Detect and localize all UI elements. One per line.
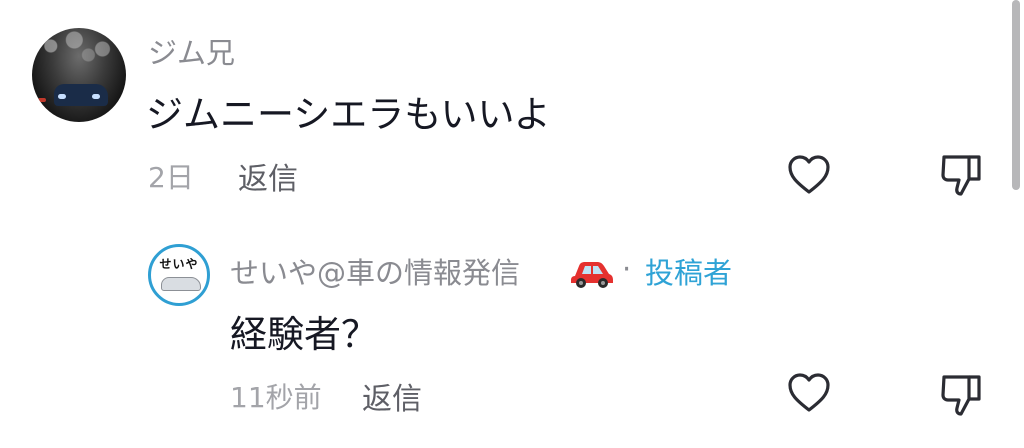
like-button[interactable] [786, 372, 832, 414]
heart-outline-icon [788, 373, 830, 412]
avatar-headlight [92, 94, 100, 99]
avatar-headlight [58, 94, 66, 99]
like-button[interactable] [786, 154, 832, 196]
reply-text: 経験者？ [230, 313, 378, 356]
heart-outline-icon [788, 155, 830, 194]
scrollbar[interactable] [1012, 0, 1020, 190]
comment-username[interactable]: ジム兄 [148, 30, 235, 72]
comment-timestamp: 2日 [148, 161, 194, 194]
comment-text: ジムニーシエラもいいよ [146, 93, 551, 136]
reply-button[interactable]: 返信 [362, 374, 422, 418]
avatar-label: せいや [159, 257, 199, 271]
reply-timestamp: 11秒前 [230, 381, 322, 414]
thumbs-down-outline-icon [941, 155, 981, 196]
reply-username[interactable]: せいや@車の情報発信 [230, 250, 520, 292]
creator-badge: 投稿者 [645, 256, 733, 290]
red-car-emoji [569, 254, 615, 290]
reply-avatar[interactable]: せいや [148, 244, 210, 306]
avatar-car [161, 277, 201, 291]
dislike-button[interactable] [938, 152, 984, 198]
thumbs-down-outline-icon [941, 375, 981, 416]
separator-dot: · [622, 252, 632, 286]
avatar-taillight [38, 98, 46, 102]
avatar[interactable] [32, 28, 126, 122]
avatar-trees [32, 28, 126, 88]
dislike-button[interactable] [938, 372, 984, 418]
reply-button[interactable]: 返信 [238, 154, 298, 198]
